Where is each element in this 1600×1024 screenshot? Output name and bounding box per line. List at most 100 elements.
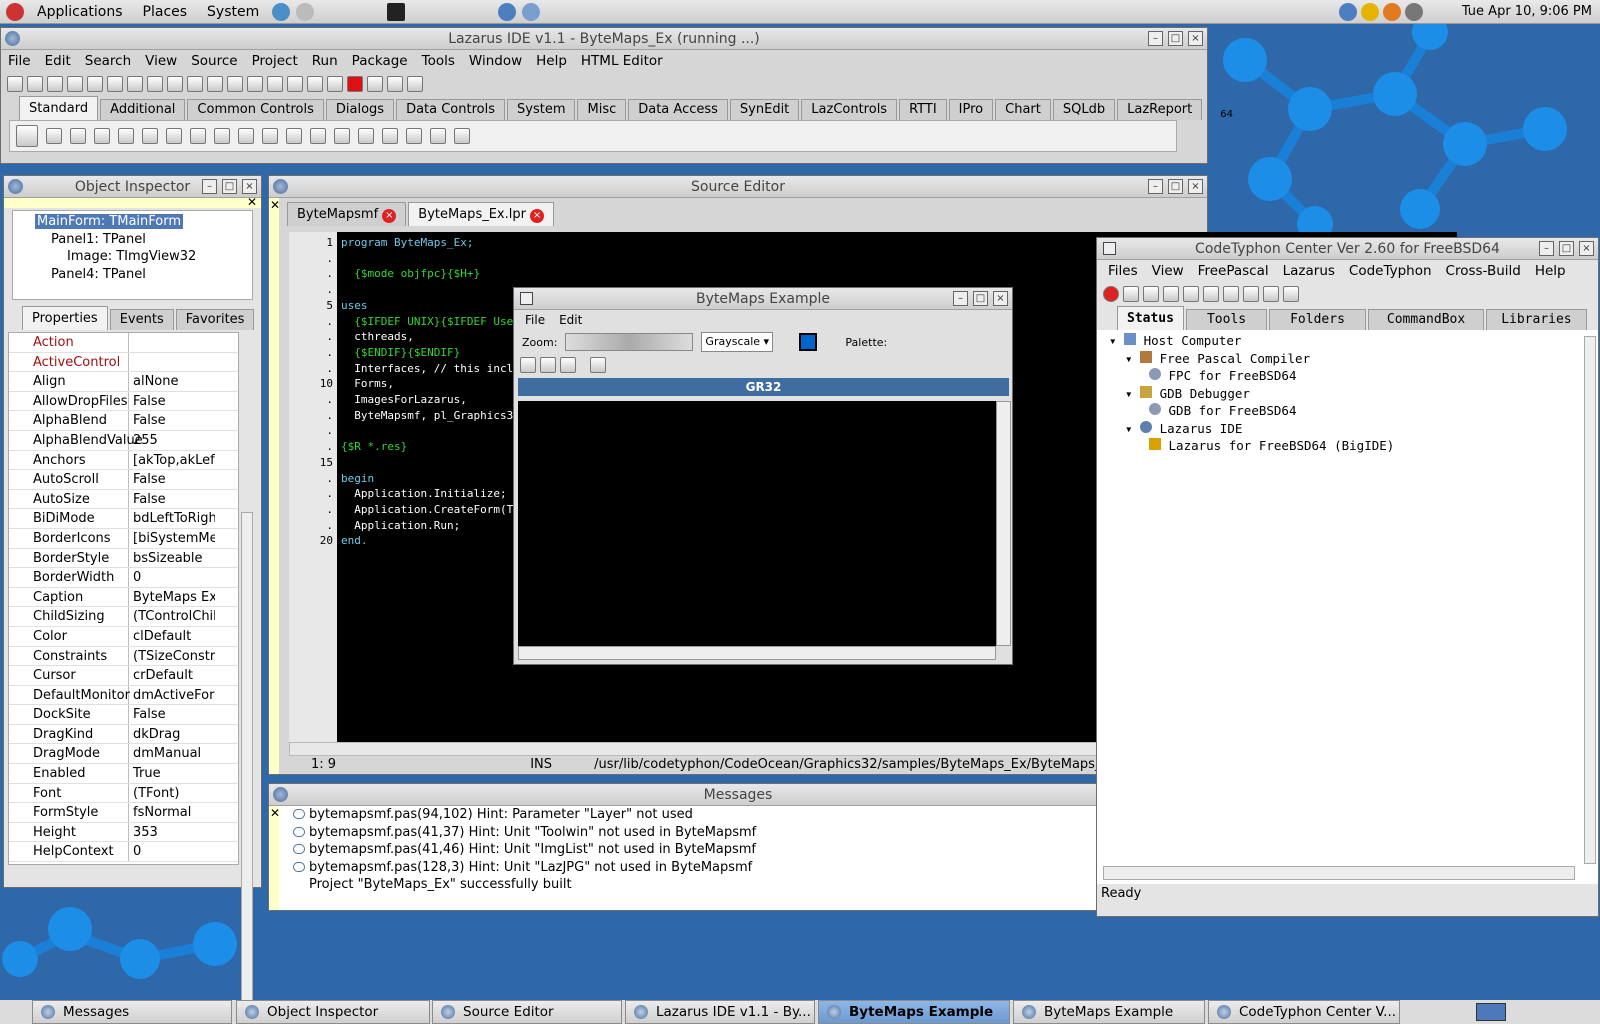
tab-folders[interactable]: Folders (1269, 309, 1366, 330)
message-item[interactable]: bytemapsmf.pas(128,3) Hint: Unit "LazJPG… (291, 859, 756, 877)
toggle-form-icon[interactable] (187, 76, 203, 92)
open-recent-icon[interactable] (87, 76, 103, 92)
step-over-icon[interactable] (387, 76, 403, 92)
close-button[interactable]: × (242, 179, 257, 194)
open-icon[interactable] (67, 76, 83, 92)
task-codetyphon-center[interactable]: CodeTyphon Center V... (1208, 1000, 1400, 1024)
close-icon[interactable]: ✕ (269, 198, 280, 212)
property-row[interactable]: Anchors[akTop,akLeft] (9, 450, 238, 471)
property-row[interactable]: ActiveControl (9, 352, 238, 373)
tcombobox-icon[interactable] (286, 128, 302, 144)
center-hscrollbar[interactable] (1103, 866, 1575, 880)
close-button[interactable]: × (1188, 31, 1203, 46)
minimize-button[interactable]: – (1148, 179, 1163, 194)
property-row[interactable]: Font (TFont) (9, 783, 238, 804)
palette-tab-lazcontrols[interactable]: LazControls (801, 99, 898, 120)
task-messages[interactable]: Messages (32, 1000, 232, 1024)
close-button[interactable]: × (993, 291, 1008, 306)
step-into-icon[interactable] (367, 76, 383, 92)
property-row[interactable]: AllowDropFiles False (9, 391, 238, 412)
property-row[interactable]: AlphaBlend False (9, 411, 238, 431)
menu-source[interactable]: Source (184, 53, 244, 69)
build-icon[interactable] (287, 76, 303, 92)
tree-item-host-computer[interactable]: ▾ Host Computer (1109, 332, 1598, 350)
view-forms-icon[interactable] (227, 76, 243, 92)
view-units-icon[interactable] (207, 76, 223, 92)
menu-freepascal[interactable]: FreePascal (1191, 263, 1276, 279)
inspector-icon[interactable] (247, 76, 263, 92)
close-icon[interactable]: ✕ (269, 806, 280, 820)
clock[interactable]: Tue Apr 10, 9:06 PM (1462, 0, 1592, 24)
new-icon[interactable] (520, 357, 536, 373)
property-value[interactable]: 0 (129, 568, 215, 587)
property-row[interactable]: Height 353 (9, 822, 238, 843)
tray-network-icon[interactable] (1339, 3, 1357, 21)
tree-item-panel1[interactable]: Panel1: TPanel (17, 231, 248, 249)
image-vscrollbar[interactable] (996, 401, 1011, 646)
tcheckgroup-icon[interactable] (382, 128, 398, 144)
property-row[interactable]: Enabled True (9, 764, 238, 784)
property-row[interactable]: AlphaBlendValue 255 (9, 430, 238, 451)
menu-cross-build[interactable]: Cross-Build (1439, 263, 1528, 279)
palette-tab-misc[interactable]: Misc (577, 99, 627, 120)
property-value[interactable]: bdLeftToRight (129, 509, 215, 528)
property-row[interactable]: AutoSize False (9, 489, 238, 510)
property-row[interactable]: BorderStyle bsSizeable (9, 548, 238, 569)
tedit-icon[interactable] (142, 128, 158, 144)
tab-libraries[interactable]: Libraries (1486, 309, 1587, 330)
places-menu[interactable]: Places (133, 0, 198, 24)
palette-tab-common-controls[interactable]: Common Controls (187, 99, 324, 120)
property-value[interactable]: crDefault (129, 666, 215, 685)
cascade-icon[interactable] (1183, 286, 1199, 302)
refresh-icon[interactable] (1143, 286, 1159, 302)
save-icon[interactable] (127, 76, 143, 92)
property-value[interactable]: clDefault (129, 627, 215, 646)
palette-tab-dialogs[interactable]: Dialogs (325, 99, 395, 120)
close-tab-icon[interactable]: × (382, 209, 397, 223)
property-value[interactable]: [akTop,akLeft] (129, 451, 215, 470)
download-icon[interactable] (1123, 286, 1139, 302)
message-item[interactable]: bytemapsmf.pas(41,46) Hint: Unit "ImgLis… (291, 841, 756, 859)
clean-icon[interactable] (1263, 286, 1279, 302)
new-file-icon[interactable] (47, 76, 63, 92)
tmainmenu-icon[interactable] (46, 128, 62, 144)
close-tab-icon[interactable]: × (530, 209, 545, 223)
options-icon[interactable] (267, 76, 283, 92)
property-value[interactable]: (TFont) (129, 784, 215, 803)
palette-tab-ipro[interactable]: IPro (948, 99, 994, 120)
property-value[interactable]: fsNormal (129, 803, 215, 822)
menu-codetyphon[interactable]: CodeTyphon (1342, 263, 1439, 279)
stop-icon[interactable] (347, 76, 363, 92)
pause-icon[interactable] (327, 76, 343, 92)
tmemo-icon[interactable] (166, 128, 182, 144)
lazarus-launcher-icon[interactable] (522, 2, 541, 21)
property-value[interactable]: False (129, 490, 215, 509)
property-value[interactable]: [biSystemMen (129, 529, 215, 548)
property-row[interactable]: DefaultMonitor dmActiveForr (9, 685, 238, 706)
image-view[interactable] (518, 401, 996, 646)
tpanel-icon[interactable] (406, 128, 422, 144)
property-row[interactable]: AutoScroll False (9, 470, 238, 490)
palette-tab-synedit[interactable]: SynEdit (729, 99, 800, 120)
inspector-title-bar[interactable]: Object Inspector – □ × (4, 176, 261, 198)
system-menu[interactable]: System (197, 0, 269, 24)
property-value[interactable]: False (129, 705, 215, 724)
tab-status[interactable]: Status (1117, 306, 1184, 330)
save-all-icon[interactable] (147, 76, 163, 92)
step-out-icon[interactable] (407, 76, 423, 92)
center-title-bar[interactable]: CodeTyphon Center Ver 2.60 for FreeBSD64… (1097, 238, 1598, 260)
property-value[interactable]: False (129, 392, 215, 411)
property-row[interactable]: HelpContext 0 (9, 842, 238, 863)
menu-edit[interactable]: Edit (38, 53, 78, 69)
maximize-button[interactable]: □ (973, 291, 988, 306)
tree-item-mainform[interactable]: MainForm: TMainForm (35, 214, 184, 229)
property-row[interactable]: DragMode dmManual (9, 744, 238, 765)
property-value[interactable]: (TSizeConstra (129, 647, 215, 666)
property-value[interactable]: alNone (129, 372, 215, 391)
terminal-icon[interactable] (1203, 286, 1219, 302)
task-object-inspector[interactable]: Object Inspector (236, 1000, 430, 1024)
applications-menu[interactable]: Applications (27, 0, 133, 24)
property-value[interactable]: False (129, 411, 215, 430)
menu-package[interactable]: Package (345, 53, 415, 69)
close-button[interactable]: × (1188, 179, 1203, 194)
